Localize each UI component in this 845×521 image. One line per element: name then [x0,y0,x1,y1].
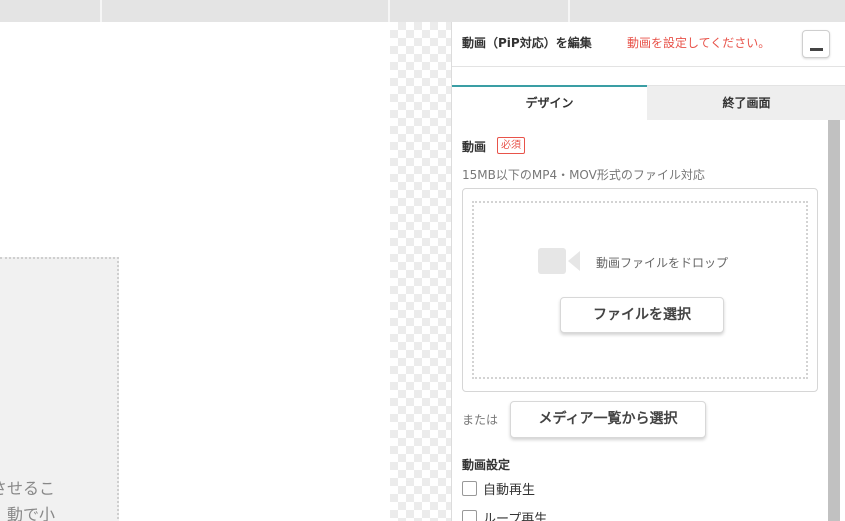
preview-block[interactable]: させるこ 動で小 [0,257,119,521]
tab-end-screen[interactable]: 終了画面 [647,85,845,120]
video-drop-zone[interactable]: 動画ファイルをドロップ ファイルを選択 [462,188,818,392]
minimize-button[interactable] [802,30,830,58]
loop-label: ループ再生 [483,512,548,521]
toolbar-separator [100,0,102,22]
toolbar-separator [388,0,390,22]
tab-design[interactable]: デザイン [452,85,647,120]
drop-zone-border: 動画ファイルをドロップ ファイルを選択 [472,201,808,379]
or-label: または [462,413,499,427]
video-settings-label: 動画設定 [462,458,511,472]
panel-title: 動画（PiP対応）を編集 [462,36,592,50]
required-badge: 必須 [497,137,525,154]
transparent-area [390,22,451,521]
autoplay-label: 自動再生 [483,483,536,498]
toolbar-separator [568,0,570,22]
loop-checkbox[interactable] [462,510,477,521]
video-camera-icon [538,248,580,274]
video-section-label: 動画 [462,140,487,154]
autoplay-checkbox[interactable] [462,481,477,496]
edit-video-panel: 動画（PiP対応）を編集 動画を設定してください。 デザイン 終了画面 動画 必… [451,22,845,521]
loop-option[interactable]: ループ再生 [462,507,547,521]
panel-warning-message: 動画を設定してください。 [627,36,771,50]
select-from-media-button[interactable]: メディア一覧から選択 [510,401,706,438]
panel-header: 動画（PiP対応）を編集 動画を設定してください。 [452,22,845,67]
preview-text-fragment: させるこ [0,479,55,498]
top-toolbar-strip [0,0,845,22]
panel-tabs: デザイン 終了画面 [452,85,845,120]
minimize-icon [810,48,823,51]
file-format-hint: 15MB以下のMP4・MOV形式のファイル対応 [462,168,705,182]
drop-instruction: 動画ファイルをドロップ [596,256,729,270]
panel-scrollbar[interactable] [828,120,840,521]
select-file-button[interactable]: ファイルを選択 [560,297,724,333]
autoplay-option[interactable]: 自動再生 [462,478,535,498]
preview-text-fragment: 動で小 [6,505,55,521]
